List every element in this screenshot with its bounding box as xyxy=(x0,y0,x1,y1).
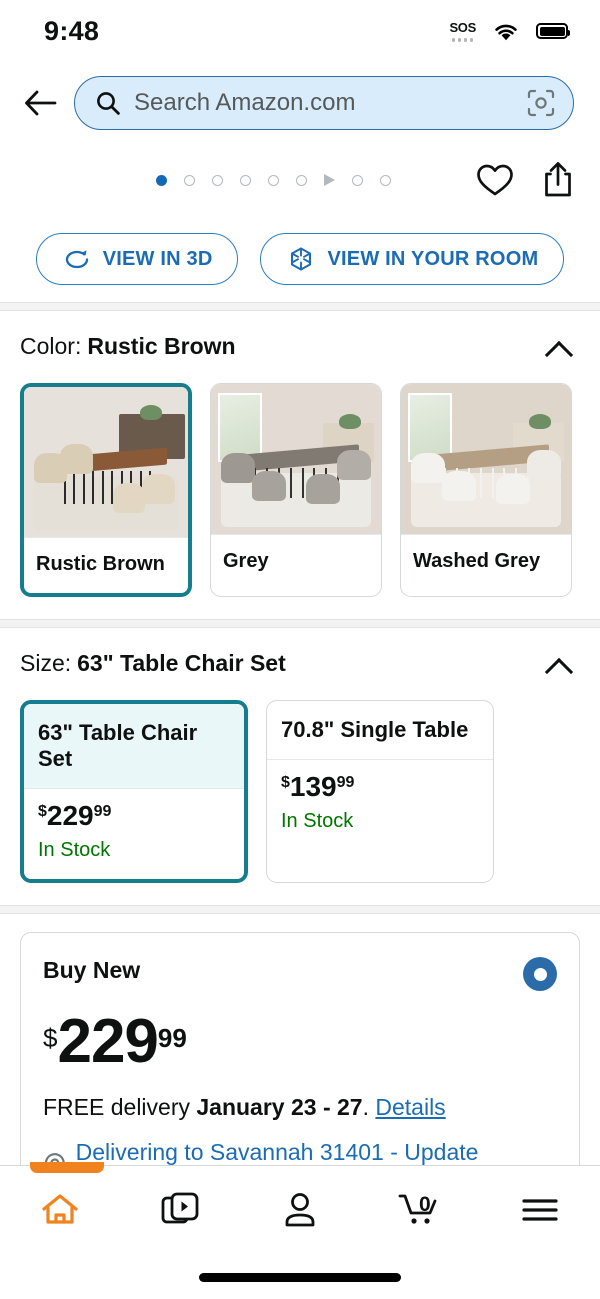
size-option-63-table-chair-set[interactable]: 63" Table Chair Set $229 99 In Stock xyxy=(20,700,248,883)
amazon-product-page: 9:48 SOS Search Amazon.com VIEW IN 3D VI… xyxy=(0,0,600,1299)
carousel-dot[interactable] xyxy=(351,174,363,186)
color-section-header: Color: Rustic Brown xyxy=(20,333,236,360)
size-option-label: 63" Table Chair Set xyxy=(24,704,244,789)
gallery-controls xyxy=(0,144,600,216)
view-in-3d-button[interactable]: VIEW IN 3D xyxy=(35,233,239,285)
chevron-up-icon[interactable] xyxy=(546,654,572,680)
person-icon xyxy=(285,1193,315,1227)
carousel-indicator[interactable] xyxy=(86,174,391,186)
size-option-availability: In Stock xyxy=(281,810,354,832)
color-selected-value: Rustic Brown xyxy=(87,333,236,359)
search-icon xyxy=(97,92,120,115)
view-in-your-room-button[interactable]: VIEW IN YOUR ROOM xyxy=(260,233,565,285)
view-in-room-label: VIEW IN YOUR ROOM xyxy=(327,247,539,270)
chevron-up-icon[interactable] xyxy=(546,337,572,363)
color-option-grey[interactable]: Grey xyxy=(210,383,382,597)
color-swatch-image xyxy=(24,387,188,537)
share-icon[interactable] xyxy=(542,161,574,199)
home-icon xyxy=(42,1194,78,1224)
size-section-header: Size: 63" Table Chair Set xyxy=(20,650,286,677)
size-option-price: $229 99 xyxy=(38,800,112,831)
delivery-date: January 23 - 27 xyxy=(196,1093,363,1120)
back-arrow-icon[interactable] xyxy=(16,79,64,127)
hamburger-menu-icon xyxy=(522,1199,558,1221)
color-section: Color: Rustic Brown Rustic Brown Grey Wa… xyxy=(0,311,600,597)
carousel-dot[interactable] xyxy=(155,174,167,186)
search-placeholder: Search Amazon.com xyxy=(134,89,356,116)
color-option-rustic-brown[interactable]: Rustic Brown xyxy=(20,383,192,597)
buy-new-title: Buy New xyxy=(43,957,141,983)
size-option-availability: In Stock xyxy=(38,839,111,861)
color-swatch-list: Rustic Brown Grey Washed Grey xyxy=(20,383,580,597)
rotate-3d-icon xyxy=(65,250,88,269)
size-label: Size: xyxy=(20,650,72,676)
section-divider xyxy=(0,905,600,914)
home-indicator-bar xyxy=(199,1273,401,1282)
tab-inspire[interactable] xyxy=(120,1166,240,1254)
carousel-dot[interactable] xyxy=(267,174,279,186)
section-divider xyxy=(0,619,600,628)
tab-menu[interactable] xyxy=(480,1166,600,1254)
size-selected-value: 63" Table Chair Set xyxy=(77,650,286,676)
delivery-estimate: FREE delivery January 23 - 27. Details xyxy=(43,1093,446,1120)
color-option-label: Rustic Brown xyxy=(24,537,188,593)
carousel-dot[interactable] xyxy=(183,174,195,186)
color-option-label: Grey xyxy=(211,534,381,590)
search-input[interactable]: Search Amazon.com xyxy=(74,76,574,130)
radio-selected-icon[interactable] xyxy=(523,957,557,991)
delivery-details-link[interactable]: Details xyxy=(375,1094,445,1120)
heart-icon[interactable] xyxy=(476,163,514,197)
size-option-70-8-single-table[interactable]: 70.8" Single Table $139 99 In Stock xyxy=(266,700,494,883)
camera-scan-icon[interactable] xyxy=(527,89,555,117)
size-option-label: 70.8" Single Table xyxy=(267,701,493,760)
carousel-dot[interactable] xyxy=(295,174,307,186)
carousel-video-indicator[interactable] xyxy=(323,174,335,186)
color-option-label: Washed Grey xyxy=(401,534,571,590)
color-label: Color: xyxy=(20,333,82,359)
search-header: Search Amazon.com xyxy=(0,62,600,144)
size-option-list: 63" Table Chair Set $229 99 In Stock 70.8… xyxy=(20,700,580,883)
carousel-dot[interactable] xyxy=(239,174,251,186)
ar-buttons: VIEW IN 3D VIEW IN YOUR ROOM xyxy=(0,216,600,302)
ar-cube-icon xyxy=(291,247,312,271)
sos-icon: SOS xyxy=(449,20,476,42)
size-section: Size: 63" Table Chair Set 63" Table Chair… xyxy=(0,628,600,883)
tab-cart[interactable]: 0 xyxy=(360,1166,480,1254)
status-bar: 9:48 SOS xyxy=(0,0,600,62)
wifi-icon xyxy=(495,24,517,40)
color-swatch-image xyxy=(401,384,571,534)
tab-account[interactable] xyxy=(240,1166,360,1254)
status-clock: 9:48 xyxy=(44,15,100,46)
status-indicators: SOS xyxy=(449,20,570,42)
battery-full-icon xyxy=(536,23,570,39)
size-option-price: $139 99 xyxy=(281,771,355,802)
tab-home[interactable] xyxy=(0,1166,120,1254)
section-divider xyxy=(0,302,600,311)
carousel-dot[interactable] xyxy=(379,174,391,186)
video-feed-icon xyxy=(161,1192,199,1224)
view-in-3d-label: VIEW IN 3D xyxy=(102,247,213,270)
bottom-tab-bar: 0 xyxy=(0,1162,600,1299)
cart-badge-count: 0 xyxy=(419,1193,431,1216)
buy-new-price: $229 99 xyxy=(43,1007,187,1076)
active-tab-indicator xyxy=(30,1162,104,1173)
color-swatch-image xyxy=(211,384,381,534)
carousel-dot[interactable] xyxy=(211,174,223,186)
color-option-washed-grey[interactable]: Washed Grey xyxy=(400,383,572,597)
